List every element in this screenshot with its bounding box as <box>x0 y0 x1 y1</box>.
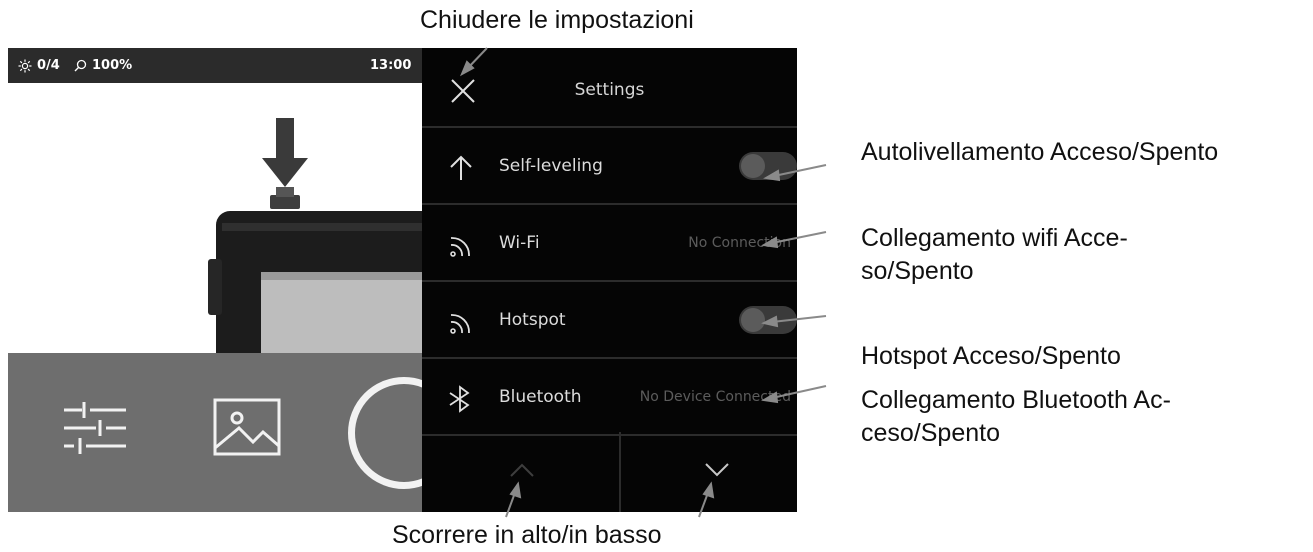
scroll-nav <box>422 432 797 512</box>
annotation-wifi-line1: Collegamento wifi Acce- <box>861 224 1128 252</box>
annotation-hotspot: Hotspot Acceso/Spento <box>861 342 1121 370</box>
hotspot-toggle[interactable] <box>739 306 797 334</box>
annotation-scroll: Scorrere in alto/in basso <box>392 521 662 549</box>
camera-preview-image <box>8 83 424 355</box>
annotation-wifi-line2: so/Spento <box>861 257 974 285</box>
status-bar: 0/4 100% 13:00 <box>8 48 424 83</box>
annotation-bluetooth-line2: ceso/Spento <box>861 419 1000 447</box>
settings-header: Settings <box>422 48 797 128</box>
sliders-icon[interactable] <box>64 398 126 458</box>
wifi-status: No Connection <box>688 235 791 251</box>
bluetooth-icon <box>449 385 470 413</box>
sun-icon <box>18 59 32 72</box>
hotspot-label: Hotspot <box>499 310 566 330</box>
self-leveling-label: Self-leveling <box>499 156 603 176</box>
wifi-icon <box>450 237 470 257</box>
image-icon[interactable] <box>213 398 281 456</box>
nav-divider <box>619 432 621 512</box>
magnifier-icon <box>74 59 87 72</box>
self-leveling-row[interactable]: Self-leveling <box>422 128 797 205</box>
zoom-indicator: 100% <box>74 48 132 83</box>
chevron-down-icon[interactable] <box>702 460 732 480</box>
status-time: 13:00 <box>370 48 411 83</box>
wifi-icon <box>450 314 470 334</box>
bluetooth-row[interactable]: Bluetooth No Device Connected <box>422 359 797 436</box>
chevron-up-icon[interactable] <box>507 460 537 480</box>
camera-view: 0/4 100% 13:00 <box>8 48 424 512</box>
device-screen: 0/4 100% 13:00 Settings Self-leveling Wi… <box>8 48 797 512</box>
annotation-self-leveling: Autolivellamento Acceso/Spento <box>861 138 1219 166</box>
arrow-up-icon <box>450 155 472 180</box>
time-value: 13:00 <box>370 58 412 73</box>
zoom-value: 100% <box>92 58 133 73</box>
settings-panel: Settings Self-leveling Wi-Fi No Connecti… <box>422 48 797 512</box>
bottom-toolbar <box>8 353 424 512</box>
toggle-knob <box>741 154 765 178</box>
bluetooth-status: No Device Connected <box>639 389 791 405</box>
bluetooth-label: Bluetooth <box>499 387 582 407</box>
shutter-button[interactable] <box>348 377 424 489</box>
hotspot-row[interactable]: Hotspot <box>422 282 797 359</box>
wifi-row[interactable]: Wi-Fi No Connection <box>422 205 797 282</box>
annotation-bluetooth-line1: Collegamento Bluetooth Ac- <box>861 386 1171 414</box>
annotation-close: Chiudere le impostazioni <box>420 6 694 34</box>
wifi-label: Wi-Fi <box>499 233 540 253</box>
settings-title: Settings <box>574 80 645 100</box>
toggle-knob <box>741 308 765 332</box>
brightness-value: 0/4 <box>37 58 60 73</box>
annotation-bluetooth: Collegamento Bluetooth Ac- ceso/Spento <box>861 384 1171 450</box>
annotation-wifi: Collegamento wifi Acce- so/Spento <box>861 222 1128 288</box>
self-leveling-toggle[interactable] <box>739 152 797 180</box>
brightness-indicator: 0/4 <box>18 48 60 83</box>
